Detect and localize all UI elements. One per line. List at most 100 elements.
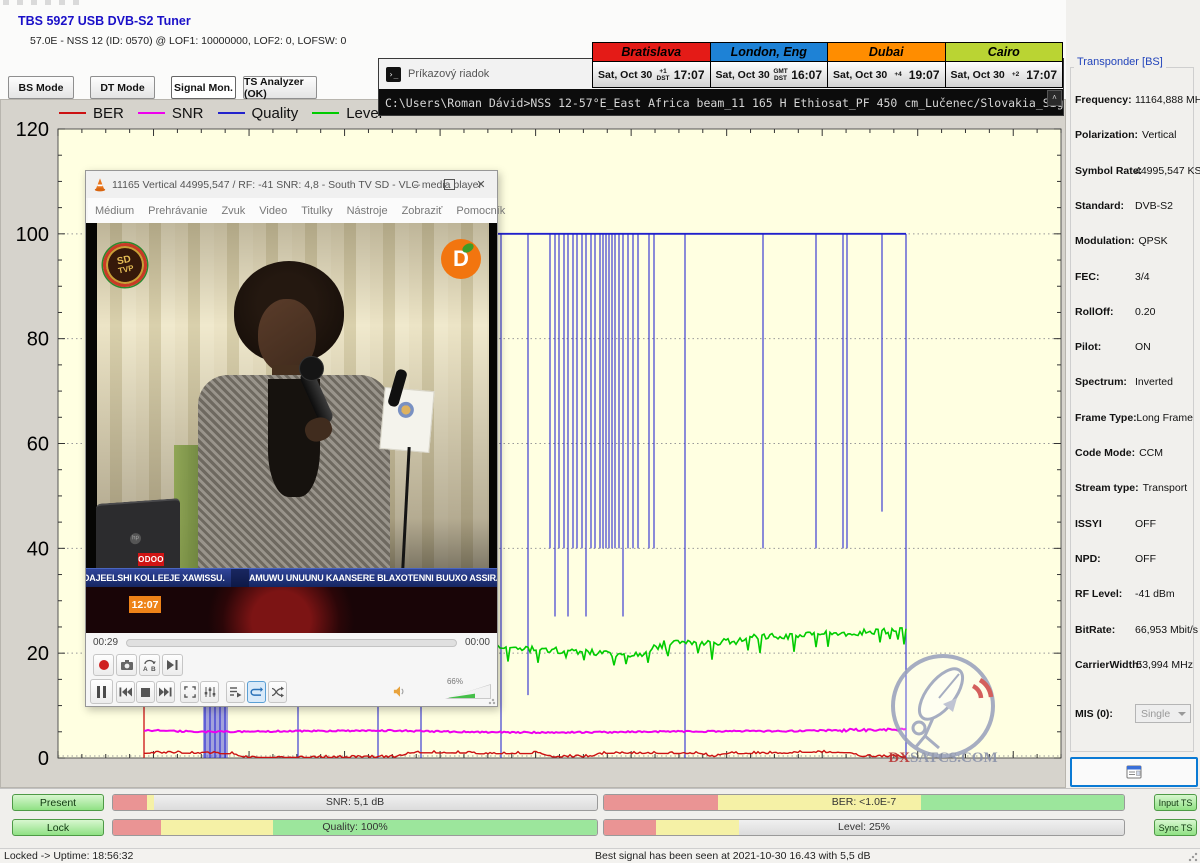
volume-slider[interactable] <box>445 684 491 699</box>
tab-dt-mode[interactable]: DT Mode <box>90 76 155 99</box>
field-label: ISSYI <box>1075 518 1131 530</box>
total-time: 00:00 <box>465 637 490 648</box>
transponder-row-polarization: Polarization: Vertical <box>1075 129 1193 141</box>
svg-text:DXSATCS.COM: DXSATCS.COM <box>888 750 997 766</box>
minimize-button[interactable]: – <box>401 171 433 198</box>
scroll-up-icon[interactable]: ˄ <box>1047 90 1062 106</box>
maximize-button[interactable] <box>433 171 465 198</box>
field-value: ON <box>1135 341 1151 353</box>
field-label: Code Mode: <box>1075 447 1135 459</box>
volume-control[interactable]: 66% <box>411 683 491 701</box>
clock-time: 16:07 <box>791 68 822 82</box>
resize-grip[interactable] <box>488 697 496 705</box>
transponder-row-modulation: Modulation:QPSK <box>1075 235 1193 247</box>
next-button[interactable] <box>156 681 175 703</box>
clipped-text-fragment <box>3 0 83 5</box>
best-signal-status: Best signal has been seen at 2021-10-30 … <box>595 850 871 862</box>
vlc-menu-zobrazi[interactable]: Zobraziť <box>395 205 450 217</box>
ber-bar: BER: <1.0E-7 <box>603 794 1125 811</box>
lock-indicator: Lock <box>12 819 104 836</box>
vlc-titlebar[interactable]: 11165 Vertical 44995,547 / RF: -41 SNR: … <box>86 171 497 198</box>
ts-info-button[interactable] <box>1070 757 1198 787</box>
sync-ts-button[interactable]: Sync TS <box>1154 819 1197 836</box>
field-value: QPSK <box>1138 235 1167 247</box>
ab-loop-button[interactable]: AB <box>139 654 160 676</box>
clock-london-eng: London, EngSat, Oct 30GMTDST16:07 <box>711 43 829 87</box>
fullscreen-button[interactable] <box>180 681 199 703</box>
tab-ts-analyzer-ok-[interactable]: TS Analyzer (OK) <box>243 76 317 99</box>
world-clocks: BratislavaSat, Oct 30+1DST17:07London, E… <box>592 42 1063 88</box>
svg-text:0: 0 <box>38 748 49 770</box>
vlc-cone-icon <box>93 177 107 192</box>
field-label: Symbol Rate: <box>1075 165 1131 177</box>
field-label: Frame Type: <box>1075 412 1132 424</box>
previous-button[interactable] <box>116 681 135 703</box>
app-window: TBS 5927 USB DVB-S2 Tuner 57.0E - NSS 12… <box>0 0 1200 863</box>
clock-dubai: DubaiSat, Oct 30+419:07 <box>828 43 946 87</box>
field-label: RF Level: <box>1075 588 1131 600</box>
quality-bar: Quality: 100% <box>112 819 598 836</box>
frame-step-button[interactable] <box>162 654 183 676</box>
transponder-sidebar: Transponder [BS] Frequency:11164,888 MHz… <box>1066 0 1200 788</box>
seek-bar[interactable] <box>126 639 457 647</box>
vlc-menu-zvuk[interactable]: Zvuk <box>214 205 252 217</box>
speaker-icon <box>393 685 407 698</box>
shuffle-button[interactable] <box>268 681 287 703</box>
transponder-row-issyi: ISSYIOFF <box>1075 518 1193 530</box>
elapsed-time: 00:29 <box>93 637 118 648</box>
close-button[interactable]: ✕ <box>465 171 497 198</box>
pause-button[interactable] <box>90 679 113 704</box>
field-value: 11164,888 MHz <box>1135 94 1200 106</box>
dxsatcs-watermark: DXSATCS.COM <box>881 652 1006 779</box>
equalizer-button[interactable] <box>200 681 219 703</box>
transponder-row-standard: Standard:DVB-S2 <box>1075 200 1193 212</box>
clock-date: Sat, Oct 30 <box>598 69 652 81</box>
field-value: Vertical <box>1142 129 1176 141</box>
field-label: Polarization: <box>1075 129 1138 141</box>
odoo-badge: ODOO <box>138 553 164 566</box>
svg-text:40: 40 <box>27 538 49 560</box>
loop-button[interactable] <box>247 681 266 703</box>
field-value: 66,953 Mbit/s <box>1135 624 1198 636</box>
playlist-button[interactable] <box>226 681 245 703</box>
vlc-menu-nstroje[interactable]: Nástroje <box>340 205 395 217</box>
field-label: Standard: <box>1075 200 1131 212</box>
news-ticker: DAJEELSHI KOLLEEJE XAWISSU. AMUWU UNUUNU… <box>86 568 497 588</box>
snapshot-button[interactable] <box>116 654 137 676</box>
command-prompt-icon: ›_ <box>386 67 401 82</box>
channel-d-logo: D <box>441 239 481 279</box>
clock-utc-offset: GMTDST <box>770 68 792 82</box>
vlc-menubar: MédiumPrehrávanieZvukVideoTitulkyNástroj… <box>88 198 497 224</box>
mis-row: MIS (0): Single <box>1075 704 1191 723</box>
field-label: BitRate: <box>1075 624 1131 636</box>
transponder-group-label: Transponder [BS] <box>1074 56 1166 68</box>
vlc-menu-pomocnk[interactable]: Pomocník <box>449 205 512 217</box>
vlc-menu-prehrvanie[interactable]: Prehrávanie <box>141 205 214 217</box>
statusbar-resize-grip[interactable] <box>1188 852 1198 862</box>
video-timestamp: 12:07 <box>129 596 161 613</box>
volume-percent: 66% <box>447 677 463 686</box>
video-area[interactable]: hp SD TVP D ODOO DAJEELSHI KOLLEEJE XAWI… <box>86 223 497 633</box>
ticker-left-text: DAJEELSHI KOLLEEJE XAWISSU. <box>86 573 231 583</box>
clock-date: Sat, Oct 30 <box>951 69 1005 81</box>
tab-signal-mon-[interactable]: Signal Mon. <box>171 76 236 99</box>
transponder-row-frequency: Frequency:11164,888 MHz <box>1075 94 1193 106</box>
vlc-menu-video[interactable]: Video <box>252 205 294 217</box>
microphone-head <box>299 356 324 381</box>
stop-button[interactable] <box>136 681 155 703</box>
vlc-menu-titulky[interactable]: Titulky <box>294 205 339 217</box>
command-prompt-body[interactable]: C:\Users\Roman Dávid>NSS 12-57°E_East Af… <box>379 89 1063 115</box>
transponder-row-streamtype: Stream type:Transport <box>1075 482 1193 494</box>
mis-dropdown[interactable]: Single <box>1135 704 1191 723</box>
tab-bs-mode[interactable]: BS Mode <box>8 76 74 99</box>
signal-status-panel: Present Lock SNR: 5,1 dB Quality: 100% B… <box>0 788 1200 849</box>
vlc-menu-mdium[interactable]: Médium <box>88 205 141 217</box>
vlc-seek-row: 00:29 00:00 <box>86 633 497 652</box>
field-value: Inverted <box>1135 376 1173 388</box>
transponder-row-symbolrate: Symbol Rate:44995,547 KS/s <box>1075 165 1193 177</box>
field-label: Stream type: <box>1075 482 1139 494</box>
input-ts-button[interactable]: Input TS <box>1154 794 1197 811</box>
clock-city: London, Eng <box>711 43 828 62</box>
record-button[interactable] <box>93 654 114 676</box>
svg-text:20: 20 <box>27 643 49 665</box>
